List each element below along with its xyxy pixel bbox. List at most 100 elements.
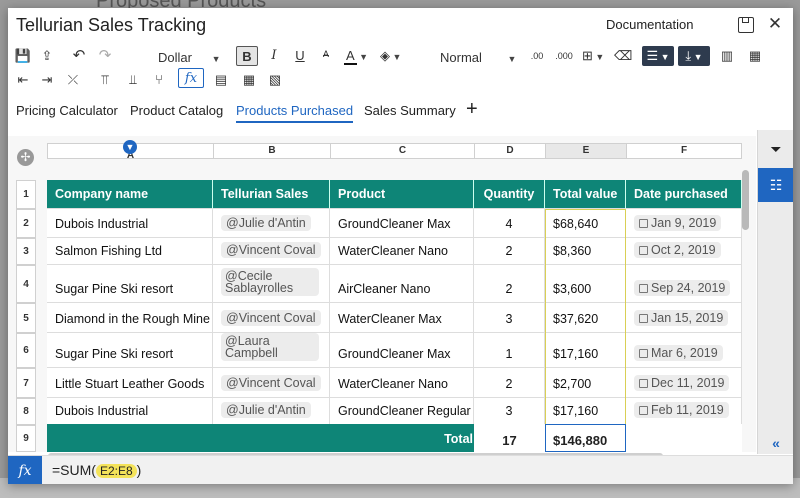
quantity-cell[interactable]: 3 [474, 303, 545, 333]
table-header-cell[interactable]: Quantity [474, 180, 545, 209]
add-sheet-icon[interactable]: + [466, 98, 478, 121]
company-cell[interactable]: Sugar Pine Ski resort [47, 265, 213, 303]
insert-column-right-icon[interactable]: ⇥ [38, 70, 56, 90]
date-chip[interactable]: Jan 9, 2019 [634, 215, 722, 231]
formula-input[interactable]: =SUM(E2:E8) [52, 462, 141, 478]
sales-cell[interactable]: @Vincent Coval [213, 238, 330, 265]
documentation-link[interactable]: Documentation [606, 17, 693, 32]
table-header-cell[interactable]: Date purchased [626, 180, 742, 209]
text-color-button[interactable]: A ▼ [344, 46, 378, 66]
product-cell[interactable]: GroundCleaner Max [330, 333, 474, 368]
redo-icon[interactable]: ↷ [96, 46, 114, 66]
product-cell[interactable]: WaterCleaner Max [330, 303, 474, 333]
quantity-cell[interactable]: 1 [474, 333, 545, 368]
insert-row-above-icon[interactable]: ⫪ [96, 70, 114, 90]
product-cell[interactable]: WaterCleaner Nano [330, 368, 474, 398]
product-cell[interactable]: GroundCleaner Max [330, 209, 474, 238]
strikethrough-icon[interactable]: ᴬ [316, 46, 336, 66]
eraser-icon[interactable]: ⌫ [614, 46, 632, 66]
person-chip[interactable]: @Vincent Coval [221, 310, 321, 326]
freeze-columns-icon[interactable]: ▥ [718, 46, 736, 66]
column-header[interactable]: E [545, 143, 626, 159]
date-cell[interactable]: Jan 15, 2019 [626, 303, 742, 333]
date-chip[interactable]: Jan 15, 2019 [634, 310, 729, 326]
empty-date-total-cell[interactable] [626, 424, 742, 452]
person-chip[interactable]: @Julie d'Antin [221, 402, 311, 418]
select-all-icon[interactable]: ✢ [17, 149, 34, 166]
decrease-decimal-icon[interactable]: .00 [528, 46, 546, 66]
bold-button[interactable]: B [236, 46, 258, 66]
row-header[interactable]: 7 [16, 368, 36, 398]
total-quantity-cell[interactable]: 17 [474, 424, 545, 452]
row-header[interactable]: 6 [16, 333, 36, 368]
product-cell[interactable]: AirCleaner Nano [330, 265, 474, 303]
date-cell[interactable]: Mar 6, 2019 [626, 333, 742, 368]
italic-button[interactable]: I [264, 46, 284, 66]
quantity-cell[interactable]: 2 [474, 265, 545, 303]
sales-cell[interactable]: @Julie d'Antin [213, 209, 330, 238]
quantity-cell[interactable]: 4 [474, 209, 545, 238]
person-chip[interactable]: @Vincent Coval [221, 375, 321, 391]
column-header[interactable]: F [626, 143, 742, 159]
date-cell[interactable]: Jan 9, 2019 [626, 209, 742, 238]
vertical-scrollbar[interactable] [742, 170, 749, 230]
delete-row-icon[interactable]: ⑂ [150, 70, 168, 90]
tab-pricing-calculator[interactable]: Pricing Calculator [16, 103, 118, 118]
company-cell[interactable]: Salmon Fishing Ltd [47, 238, 213, 265]
person-chip[interactable]: @Laura Campbell [221, 333, 319, 361]
person-chip[interactable]: @Vincent Coval [221, 242, 321, 258]
underline-button[interactable]: U [290, 46, 310, 66]
fx-icon[interactable]: fx [8, 456, 42, 484]
column-header[interactable]: B [213, 143, 330, 159]
close-icon[interactable]: ✕ [766, 14, 784, 34]
row-header[interactable]: 4 [16, 265, 36, 303]
product-cell[interactable]: WaterCleaner Nano [330, 238, 474, 265]
column-header[interactable]: C [330, 143, 474, 159]
row-header[interactable]: 9 [16, 425, 36, 452]
split-cells-icon[interactable]: ▦ [240, 70, 258, 90]
share-icon[interactable]: ⇪ [38, 46, 56, 66]
row-header[interactable]: 2 [16, 209, 36, 238]
date-chip[interactable]: Feb 11, 2019 [634, 402, 729, 418]
sales-cell[interactable]: @Vincent Coval [213, 368, 330, 398]
increase-decimal-icon[interactable]: .000 [554, 46, 574, 66]
undo-icon[interactable]: ↶ [70, 46, 88, 66]
company-cell[interactable]: Little Stuart Leather Goods [47, 368, 213, 398]
date-cell[interactable]: Sep 24, 2019 [626, 265, 742, 303]
number-format-select[interactable]: Dollar ▼ [158, 48, 236, 68]
vertical-align-button[interactable]: ⤓ ▼ [678, 46, 710, 66]
save-window-icon[interactable] [738, 17, 754, 33]
freeze-rows-icon[interactable]: ▦ [746, 46, 764, 66]
column-header[interactable]: D [474, 143, 545, 159]
person-chip[interactable]: @Julie d'Antin [221, 215, 311, 231]
insert-row-below-icon[interactable]: ⫫ [124, 70, 142, 90]
table-format-icon[interactable]: ▧ [266, 70, 284, 90]
row-header[interactable]: 8 [16, 398, 36, 425]
sales-cell[interactable]: @Laura Campbell [213, 333, 330, 368]
row-header[interactable]: 5 [16, 303, 36, 333]
quantity-cell[interactable]: 2 [474, 238, 545, 265]
company-cell[interactable]: Dubois Industrial [47, 209, 213, 238]
delete-column-icon[interactable]: ⤫ [64, 70, 82, 90]
date-cell[interactable]: Feb 11, 2019 [626, 398, 742, 425]
date-chip[interactable]: Dec 11, 2019 [634, 375, 730, 391]
filter-icon[interactable]: ▼ [123, 140, 137, 154]
text-style-select[interactable]: Normal ▼ [440, 48, 520, 68]
merge-cells-icon[interactable]: ▤ [212, 70, 230, 90]
quantity-cell[interactable]: 2 [474, 368, 545, 398]
sales-cell[interactable]: @Julie d'Antin [213, 398, 330, 425]
filter-panel-icon[interactable]: ⏷ [758, 132, 793, 166]
tab-product-catalog[interactable]: Product Catalog [130, 103, 223, 118]
save-icon[interactable]: 💾 [14, 46, 32, 66]
date-chip[interactable]: Oct 2, 2019 [634, 242, 721, 258]
sheet-panel-icon[interactable]: ☷ [758, 168, 793, 202]
tab-products-purchased[interactable]: Products Purchased [236, 103, 354, 123]
tab-sales-summary[interactable]: Sales Summary [364, 103, 456, 118]
date-chip[interactable]: Sep 24, 2019 [634, 280, 731, 296]
sales-cell[interactable]: @Vincent Coval [213, 303, 330, 333]
quantity-cell[interactable]: 3 [474, 398, 545, 425]
table-header-cell[interactable]: Total value [545, 180, 626, 209]
insert-function-button[interactable]: fx [178, 68, 204, 88]
company-cell[interactable]: Sugar Pine Ski resort [47, 333, 213, 368]
date-chip[interactable]: Mar 6, 2019 [634, 345, 723, 361]
